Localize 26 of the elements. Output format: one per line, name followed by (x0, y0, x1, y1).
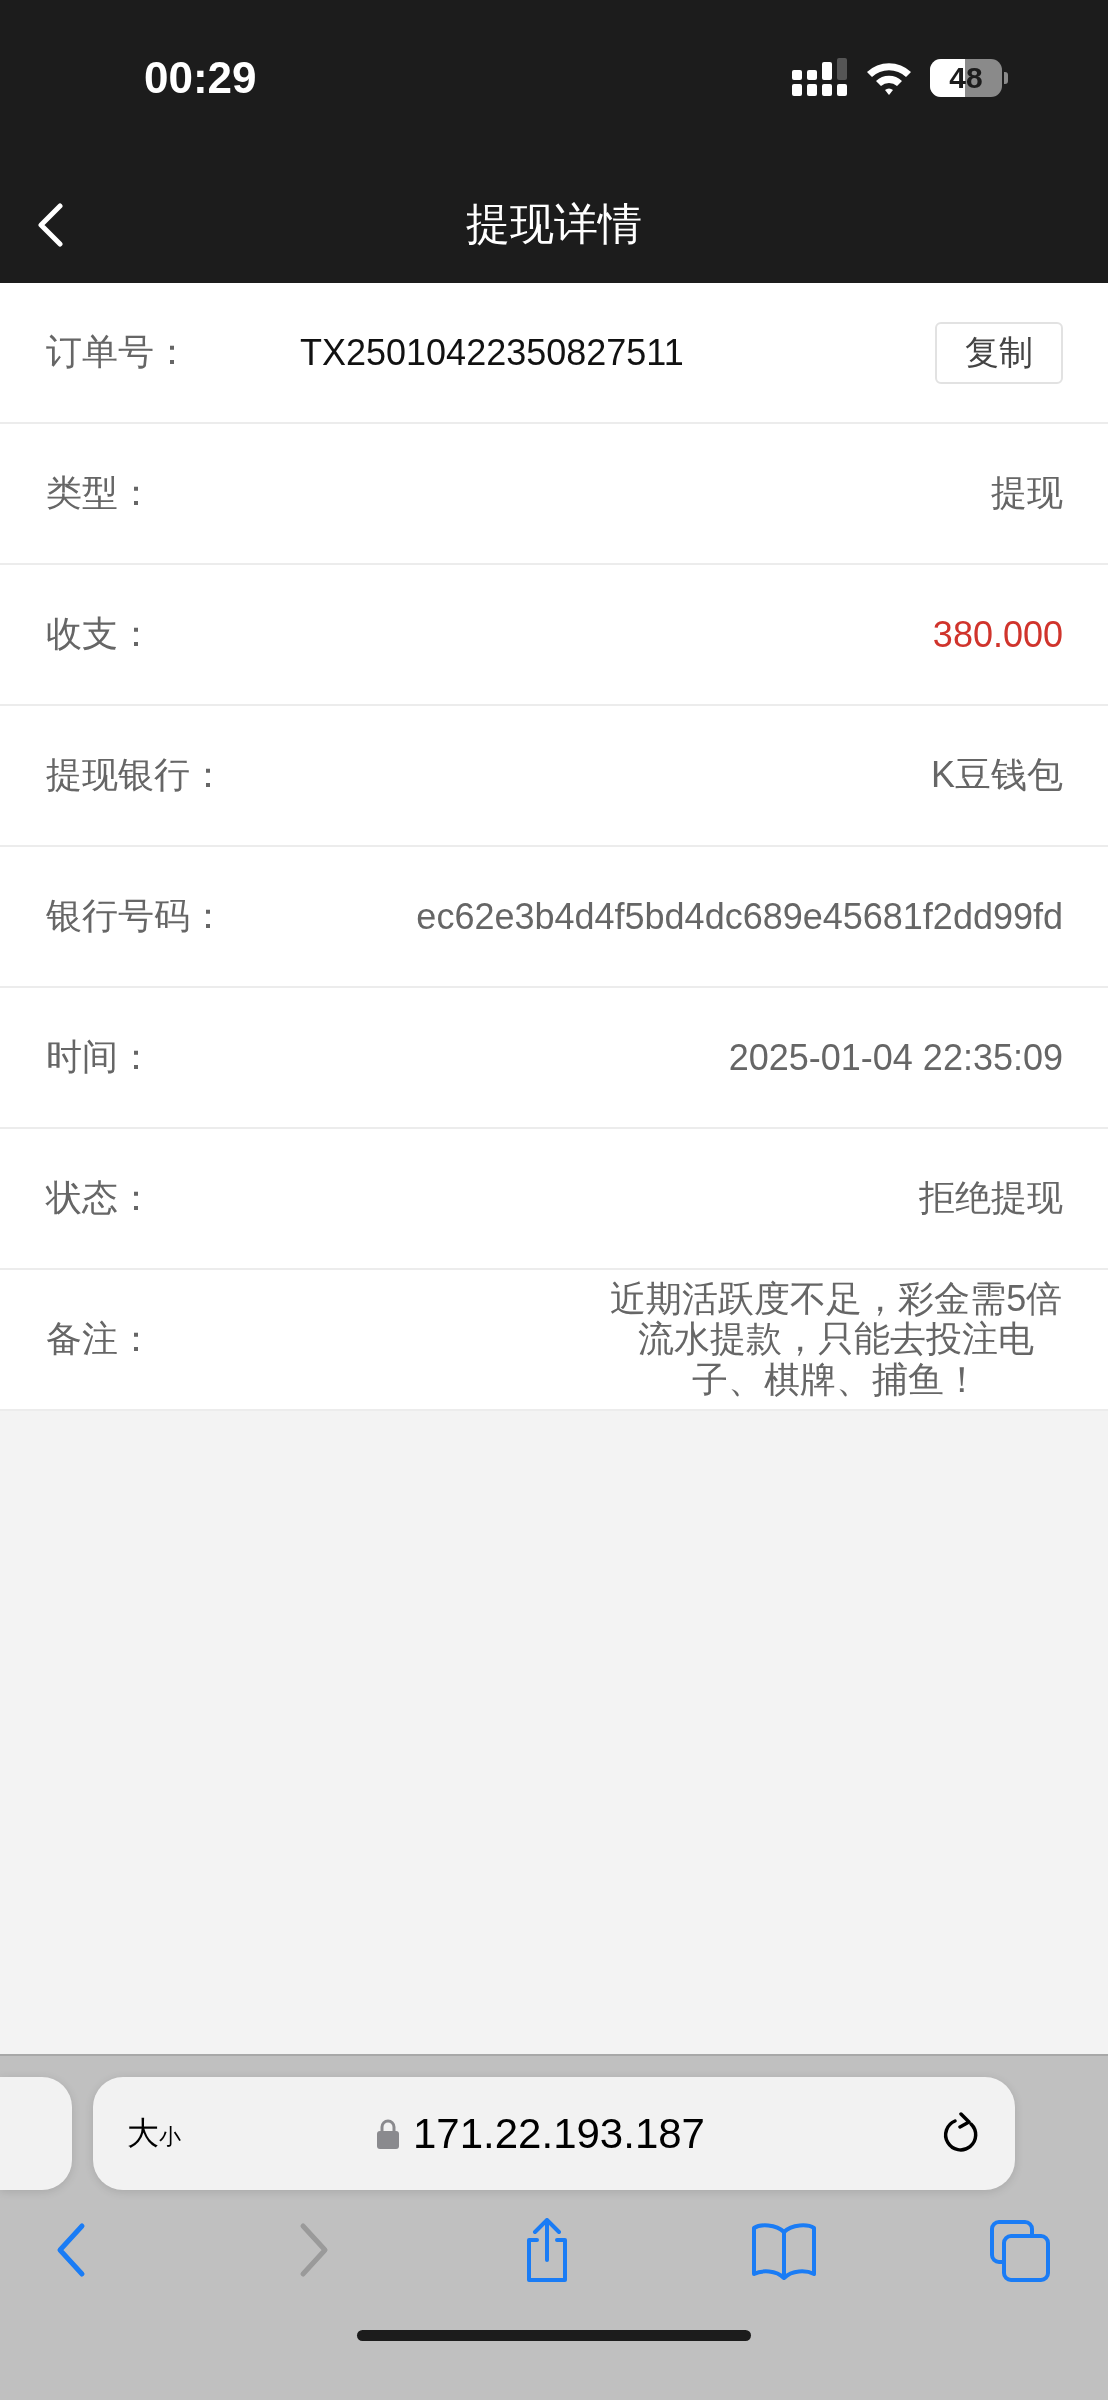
field-label: 订单号： (46, 330, 190, 374)
field-label: 提现银行： (46, 753, 226, 797)
amount-value: 380.000 (931, 613, 1063, 656)
field-label: 类型： (46, 471, 154, 515)
field-label: 银行号码： (46, 894, 226, 938)
page-title: 提现详情 (466, 197, 642, 250)
order-number: TX25010422350827511 (299, 331, 685, 374)
address-bar[interactable]: 大小 171.22.193.187 (93, 2077, 1015, 2190)
field-label: 时间： (46, 1035, 154, 1079)
tab-card[interactable] (0, 2077, 72, 2190)
field-value: 拒绝提现 (918, 1176, 1063, 1220)
status-time: 00:29 (144, 52, 257, 103)
remark-text: 近期活跃度不足，彩金需5倍流水提款，只能去投注电子、棋牌、捕鱼！ (609, 1279, 1063, 1400)
copy-button[interactable]: 复制 (935, 321, 1063, 384)
field-value: 2025-01-04 22:35:09 (727, 1036, 1063, 1079)
field-label: 收支： (46, 612, 154, 656)
field-label: 备注： (46, 1317, 154, 1361)
signal-icon (792, 57, 848, 98)
text-size-button[interactable]: 大小 (127, 2111, 181, 2156)
field-value: K豆钱包 (930, 753, 1063, 797)
field-value: 提现 (990, 471, 1063, 515)
lock-icon (377, 2118, 399, 2149)
back-icon[interactable] (36, 203, 64, 247)
field-label: 状态： (46, 1176, 154, 1220)
field-value: ec62e3b4d4f5bd4dc689e45681f2dd99fd (415, 895, 1063, 938)
url-text: 171.22.193.187 (413, 2109, 705, 2158)
